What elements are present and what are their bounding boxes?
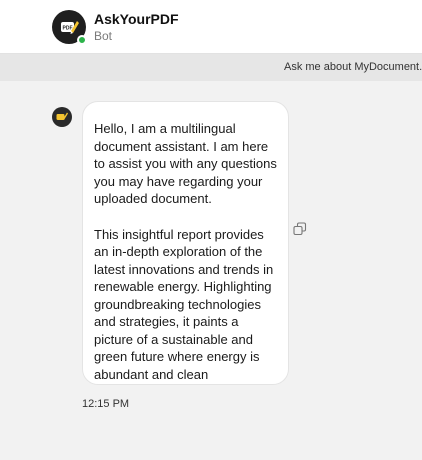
bot-subtitle: Bot (94, 29, 113, 43)
message-paragraph: Hello, I am a multilingual document assi… (94, 121, 277, 206)
message-timestamp: 12:15 PM (82, 398, 130, 410)
bot-message-avatar (52, 107, 72, 127)
chat-header: PDF AskYourPDF Bot (0, 0, 422, 54)
document-banner-text: Ask me about MyDocument.pdf (284, 61, 422, 73)
bot-avatar[interactable]: PDF (52, 10, 87, 45)
svg-text:PDF: PDF (63, 26, 73, 32)
message-paragraph: This insightful report provides an in-de… (94, 226, 274, 382)
copy-icon[interactable] (292, 221, 308, 237)
bot-message-bubble: Hello, I am a multilingual document assi… (82, 101, 289, 385)
bot-name: AskYourPDF (94, 11, 179, 27)
pdf-logo-icon (56, 112, 68, 120)
online-status-dot (77, 35, 87, 45)
